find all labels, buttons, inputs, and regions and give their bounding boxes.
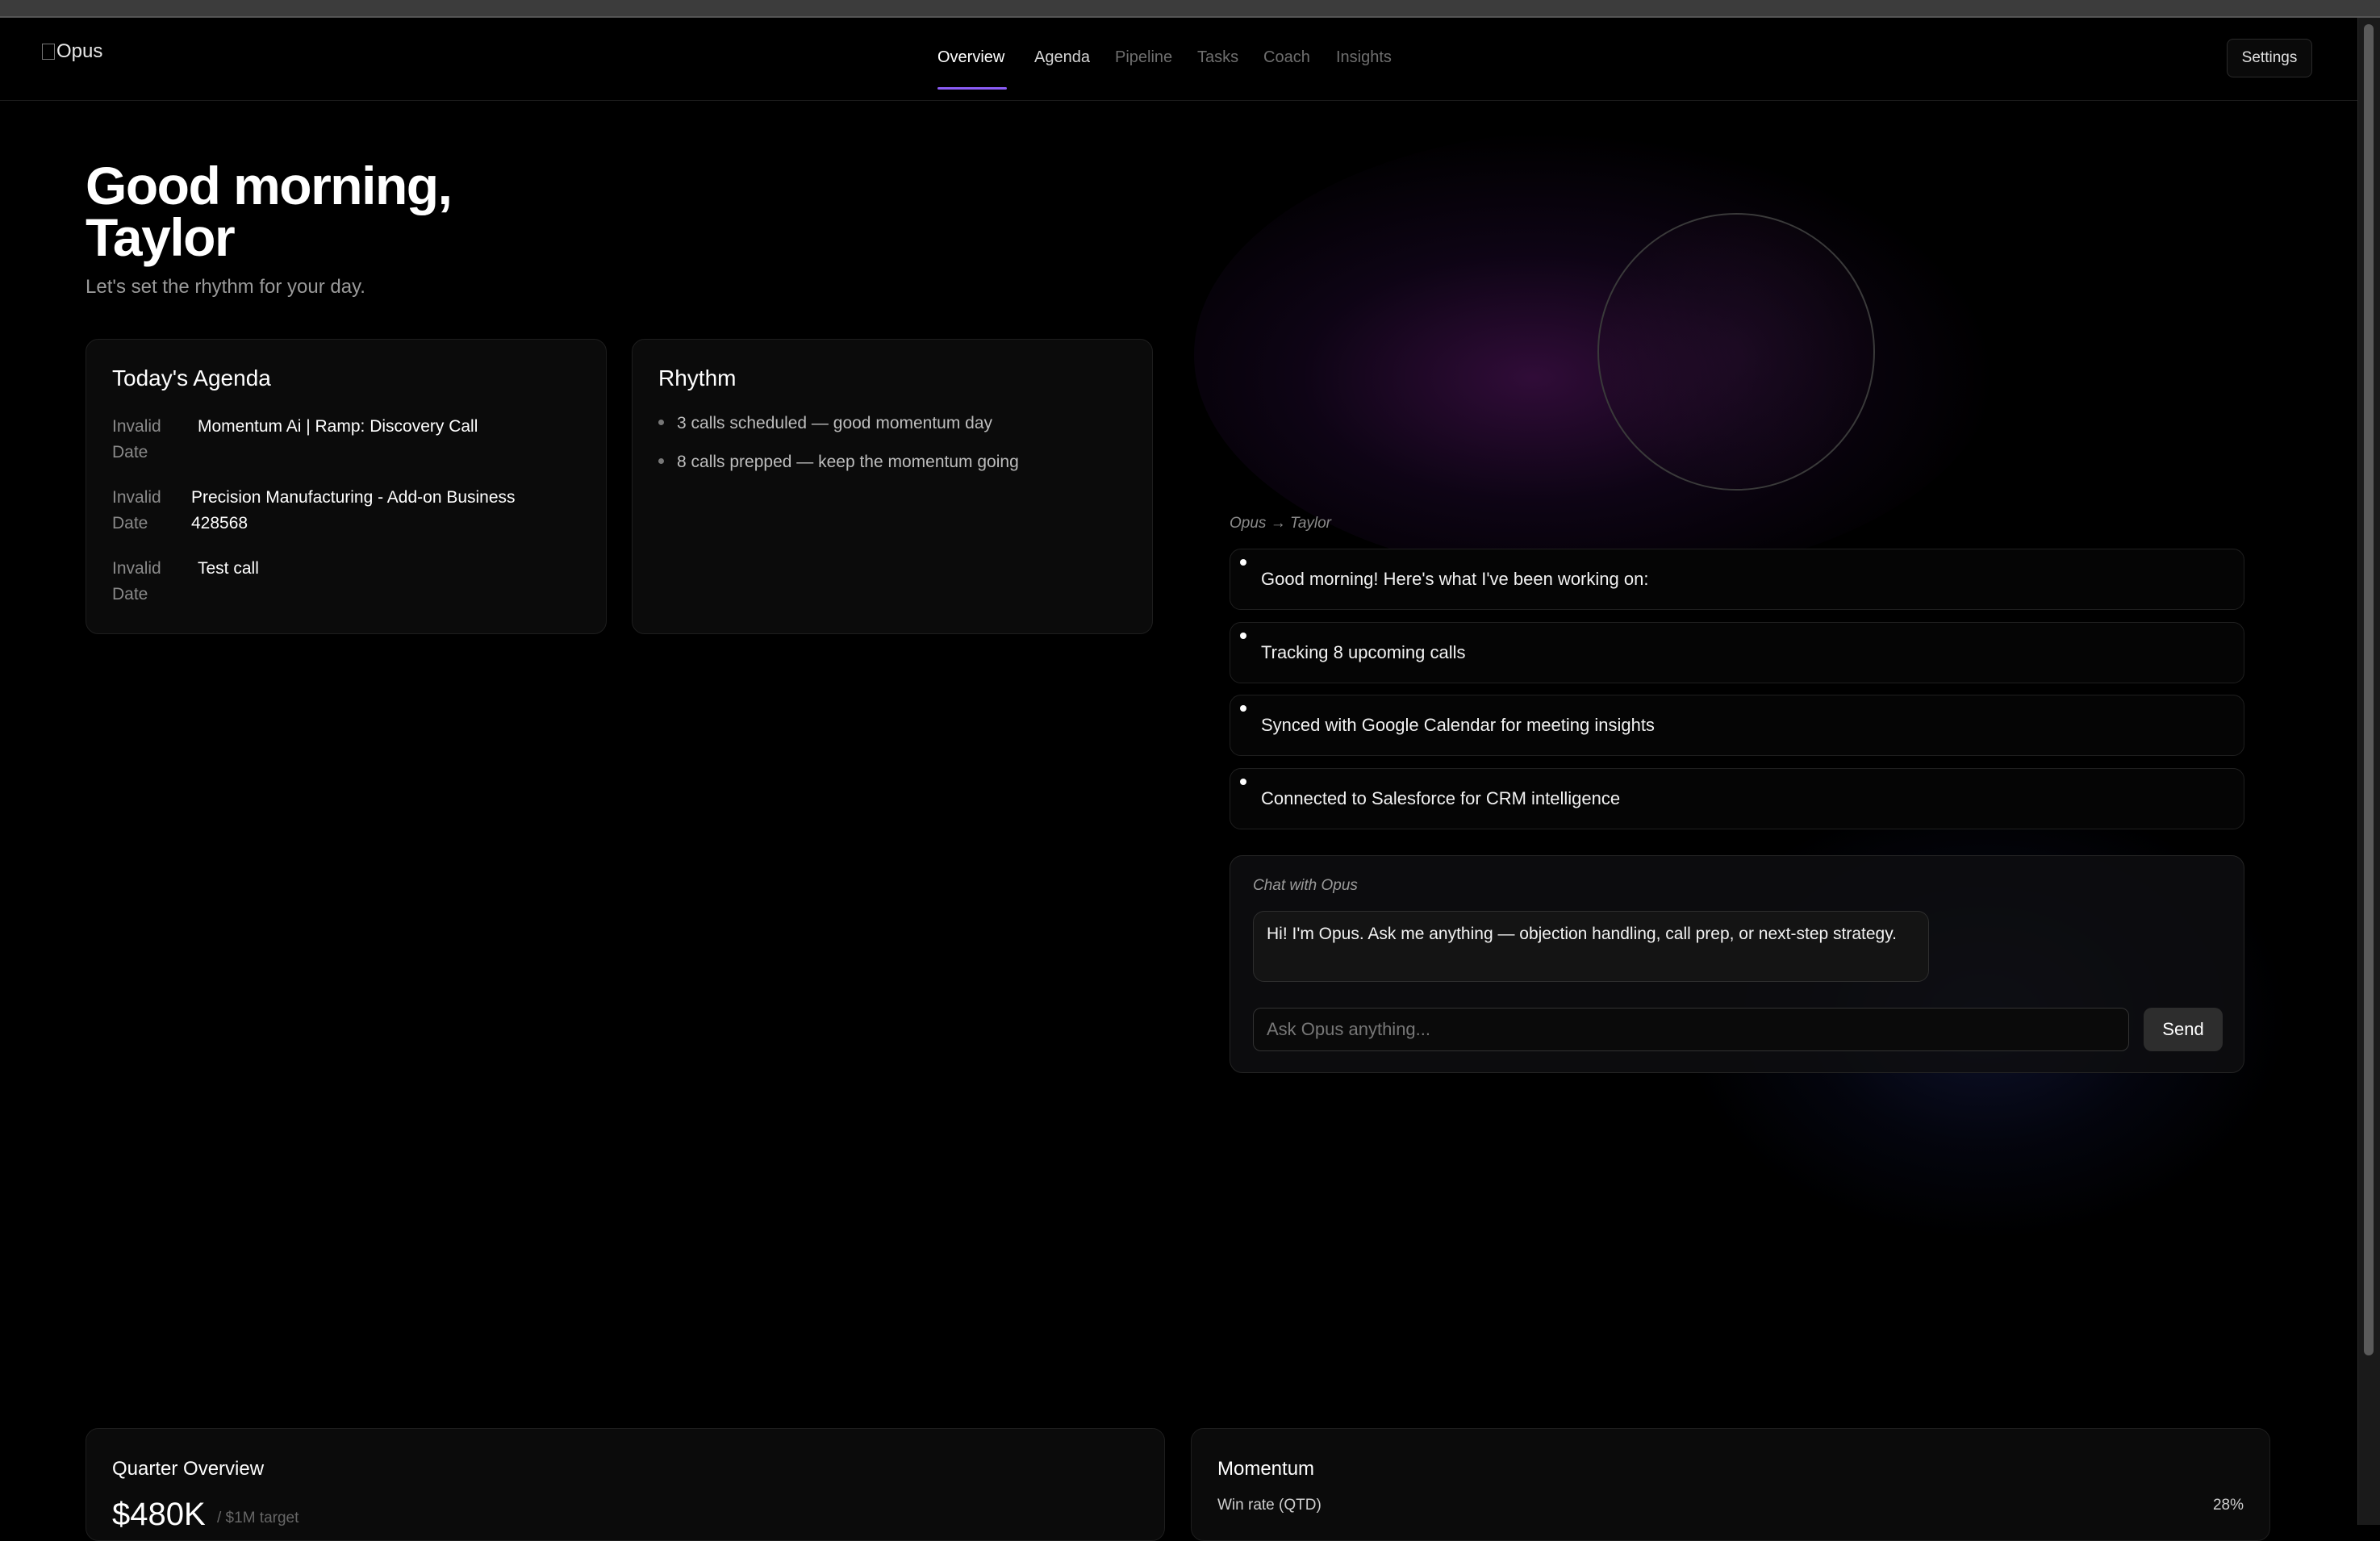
status-dot-icon — [1240, 779, 1246, 785]
tab-coach[interactable]: Coach — [1263, 48, 1310, 67]
feed-item: Connected to Salesforce for CRM intellig… — [1230, 768, 2244, 829]
bullet-icon — [658, 458, 664, 464]
chat-card: Chat with Opus Hi! I'm Opus. Ask me anyt… — [1230, 855, 2244, 1073]
opus-logo[interactable]: Opus — [42, 40, 102, 63]
rhythm-card-title: Rhythm — [658, 365, 737, 390]
scrollbar-thumb[interactable] — [2364, 24, 2374, 1355]
feed-item-text: Synced with Google Calendar for meeting … — [1261, 715, 1655, 735]
win-rate-value: 28% — [2212, 1497, 2244, 1514]
feed-item-text: Good morning! Here's what I've been work… — [1261, 569, 1649, 589]
tab-pipeline[interactable]: Pipeline — [1115, 48, 1172, 67]
greeting-name: Taylor — [86, 207, 236, 267]
status-dot-icon — [1240, 633, 1246, 639]
feed-label: Opus → Taylor — [1230, 515, 1332, 532]
chat-label: Chat with Opus — [1253, 877, 1358, 894]
browser-top-strip — [0, 0, 2380, 18]
bullet-icon — [658, 420, 664, 425]
rhythm-item: 8 calls prepped — keep the momentum goin… — [658, 453, 1019, 472]
agenda-item-title: Precision Manufacturing - Add-on Busines… — [191, 488, 516, 532]
agenda-item-title: Test call — [198, 559, 259, 578]
win-rate-label: Win rate (QTD) — [1217, 1497, 1322, 1514]
tab-agenda[interactable]: Agenda — [1034, 48, 1090, 67]
feed-item: Tracking 8 upcoming calls — [1230, 622, 2244, 683]
active-tab-underline — [937, 87, 1007, 90]
app-header: Opus Overview Agenda Pipeline Tasks Coac… — [0, 18, 2357, 101]
rhythm-card: Rhythm 3 calls scheduled — good momentum… — [632, 339, 1153, 634]
status-dot-icon — [1240, 559, 1246, 566]
rhythm-item: 3 calls scheduled — good momentum day — [658, 414, 992, 433]
greeting-subtitle: Let's set the rhythm for your day. — [86, 276, 365, 298]
send-button[interactable]: Send — [2144, 1008, 2223, 1051]
agenda-item-date: Invalid Date — [112, 417, 161, 461]
rhythm-item-text: 3 calls scheduled — good momentum day — [677, 414, 993, 432]
quarter-overview-card: Quarter Overview $480K / $1M target — [86, 1428, 1165, 1541]
agenda-card-title: Today's Agenda — [112, 365, 271, 390]
broken-image-icon — [42, 44, 55, 60]
momentum-card: Momentum Win rate (QTD) 28% — [1191, 1428, 2270, 1541]
feed-item: Good morning! Here's what I've been work… — [1230, 549, 2244, 610]
page-title: Good morning, Taylor — [86, 159, 453, 264]
momentum-title: Momentum — [1217, 1458, 1315, 1480]
feed-item-text: Connected to Salesforce for CRM intellig… — [1261, 788, 1621, 808]
agenda-item-date: Invalid Date — [112, 488, 161, 532]
agenda-item-date: Invalid Date — [112, 559, 161, 603]
opus-orb — [1597, 213, 1875, 491]
tab-tasks[interactable]: Tasks — [1197, 48, 1238, 67]
assistant-message: Hi! I'm Opus. Ask me anything — objectio… — [1253, 911, 1929, 982]
greeting-line-1: Good morning, — [86, 156, 453, 215]
settings-button[interactable]: Settings — [2227, 39, 2312, 77]
quarter-value: $480K — [112, 1497, 206, 1532]
feed-item-text: Tracking 8 upcoming calls — [1261, 642, 1466, 662]
logo-alt-text: Opus — [56, 40, 103, 62]
tab-insights[interactable]: Insights — [1336, 48, 1392, 67]
quarter-overview-title: Quarter Overview — [112, 1458, 265, 1480]
agenda-item-title: Momentum Ai | Ramp: Discovery Call — [198, 417, 478, 436]
status-dot-icon — [1240, 705, 1246, 712]
chat-input[interactable] — [1253, 1008, 2129, 1051]
rhythm-item-text: 8 calls prepped — keep the momentum goin… — [677, 453, 1019, 471]
tab-overview[interactable]: Overview — [937, 48, 1004, 67]
agenda-card: Today's Agenda Invalid Date Momentum Ai … — [86, 339, 607, 634]
feed-item: Synced with Google Calendar for meeting … — [1230, 695, 2244, 756]
